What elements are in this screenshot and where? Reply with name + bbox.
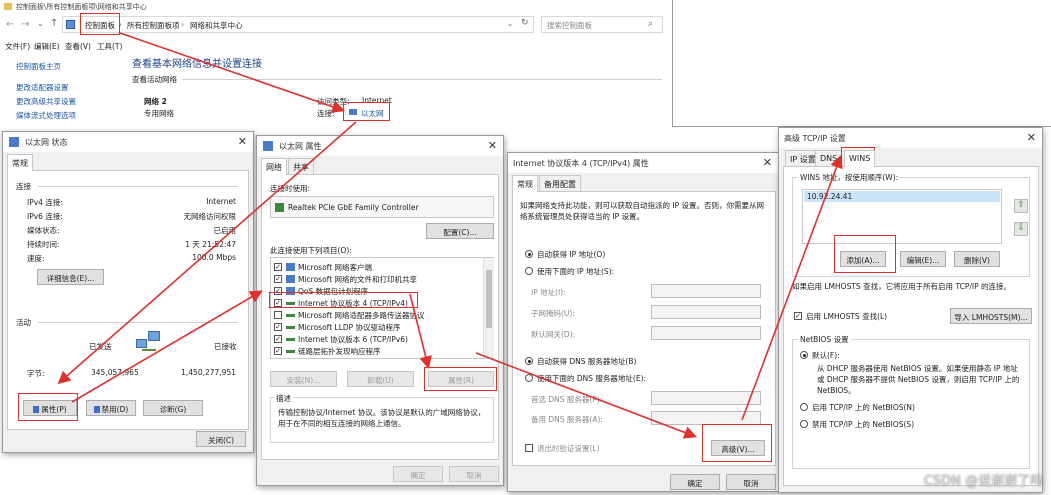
tab-general[interactable]: 常规 — [7, 154, 33, 171]
tab-networking[interactable]: 网络 — [261, 158, 287, 175]
tab-ipv4-general[interactable]: 常规 — [512, 175, 538, 192]
arrow-advanced-to-wins — [741, 155, 843, 421]
arrow-item-properties-to-advanced — [475, 352, 697, 439]
arrow-ethernet-to-properties — [57, 121, 357, 385]
csdn-watermark: CSDN @说谢谢了吗 — [923, 474, 1043, 489]
annotation-arrows — [57, 32, 843, 439]
arrow-cp-to-ethernet — [119, 32, 346, 113]
arrow-ipv4-to-item-properties — [409, 293, 432, 370]
tab-wins[interactable]: WINS — [844, 150, 876, 167]
